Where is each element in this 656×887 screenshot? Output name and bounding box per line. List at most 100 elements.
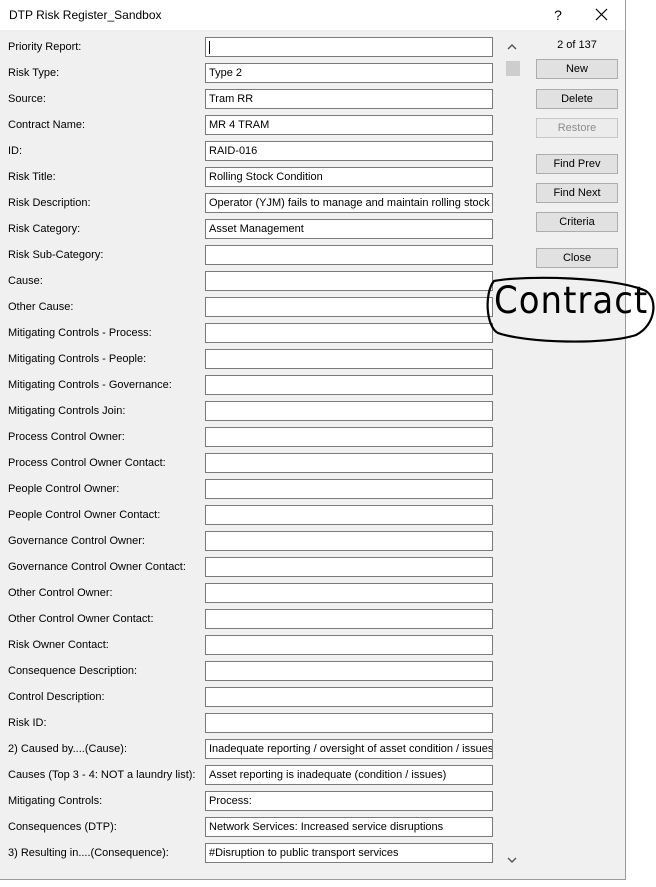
form-row: Risk ID: (0, 713, 500, 735)
field-input[interactable] (205, 401, 493, 421)
field-input[interactable]: Asset Management (205, 219, 493, 239)
field-label: Governance Control Owner: (8, 535, 145, 547)
field-input[interactable] (205, 531, 493, 551)
field-label: Risk Category: (8, 223, 81, 235)
form-row: Other Control Owner Contact: (0, 609, 500, 631)
field-input[interactable] (205, 271, 493, 291)
field-label: Consequences (DTP): (8, 821, 117, 833)
field-input[interactable]: Operator (YJM) fails to manage and maint… (205, 193, 493, 213)
field-label: Governance Control Owner Contact: (8, 561, 186, 573)
field-value: Process: (209, 795, 252, 807)
find-prev-button[interactable]: Find Prev (536, 154, 618, 174)
field-input[interactable]: Process: (205, 791, 493, 811)
field-input[interactable] (205, 635, 493, 655)
form-area: Priority Report: Risk Type: Type 2 Source: T… (0, 30, 500, 878)
field-input[interactable]: Inadequate reporting / oversight of asse… (205, 739, 493, 759)
field-label: Mitigating Controls - Process: (8, 327, 152, 339)
field-input[interactable] (205, 453, 493, 473)
field-input[interactable] (205, 609, 493, 629)
field-input[interactable]: RAID-016 (205, 141, 493, 161)
scroll-up-icon[interactable] (503, 39, 521, 55)
form-row: Risk Description: Operator (YJM) fails to… (0, 193, 500, 215)
field-value: Inadequate reporting / oversight of asse… (209, 743, 493, 755)
field-input[interactable] (205, 375, 493, 395)
field-label: Risk Title: (8, 171, 56, 183)
field-input[interactable] (205, 427, 493, 447)
field-label: Risk Description: (8, 197, 91, 209)
field-input[interactable]: Asset reporting is inadequate (condition… (205, 765, 493, 785)
field-label: Control Description: (8, 691, 105, 703)
field-input[interactable]: Network Services: Increased service disr… (205, 817, 493, 837)
field-input[interactable] (205, 557, 493, 577)
form-row: 2) Caused by....(Cause): Inadequate repor… (0, 739, 500, 761)
field-label: Process Control Owner: (8, 431, 125, 443)
field-value: Rolling Stock Condition (209, 171, 323, 183)
form-row: Risk Title: Rolling Stock Condition (0, 167, 500, 189)
field-input[interactable]: MR 4 TRAM (205, 115, 493, 135)
find-next-button[interactable]: Find Next (536, 183, 618, 203)
field-input[interactable] (205, 583, 493, 603)
field-input[interactable]: #Disruption to public transport services (205, 843, 493, 863)
form-row: Governance Control Owner: (0, 531, 500, 553)
field-input[interactable] (205, 713, 493, 733)
scroll-thumb[interactable] (506, 61, 520, 76)
field-label: Risk Owner Contact: (8, 639, 109, 651)
field-label: 2) Caused by....(Cause): (8, 743, 128, 755)
field-label: Cause: (8, 275, 43, 287)
criteria-button[interactable]: Criteria (536, 212, 618, 232)
field-input[interactable] (205, 297, 493, 317)
field-input[interactable] (205, 479, 493, 499)
scroll-down-icon[interactable] (503, 852, 521, 868)
field-label: People Control Owner: (8, 483, 120, 495)
form-row: Risk Category: Asset Management (0, 219, 500, 241)
form-row: 3) Resulting in....(Consequence): #Disrup… (0, 843, 500, 865)
form-row: People Control Owner Contact: (0, 505, 500, 527)
field-label: Contract Name: (8, 119, 86, 131)
field-input[interactable] (205, 323, 493, 343)
form-row: Risk Owner Contact: (0, 635, 500, 657)
form-scrollbar[interactable] (503, 37, 521, 870)
field-label: Mitigating Controls Join: (8, 405, 126, 417)
window-title: DTP Risk Register_Sandbox (9, 8, 162, 22)
field-input[interactable] (205, 687, 493, 707)
field-input[interactable]: Rolling Stock Condition (205, 167, 493, 187)
field-label: Risk Sub-Category: (8, 249, 104, 261)
form-row: Process Control Owner Contact: (0, 453, 500, 475)
form-row: Risk Sub-Category: (0, 245, 500, 267)
text-caret (209, 41, 210, 54)
field-label: Process Control Owner Contact: (8, 457, 166, 469)
field-label: Risk Type: (8, 67, 60, 79)
form-row: Process Control Owner: (0, 427, 500, 449)
handwritten-annotation-text: Contract (494, 279, 649, 323)
form-row: Consequences (DTP): Network Services: Inc… (0, 817, 500, 839)
field-input[interactable] (205, 661, 493, 681)
form-row: Mitigating Controls - People: (0, 349, 500, 371)
risk-register-dialog: DTP Risk Register_Sandbox ? Priority Rep… (0, 0, 626, 880)
field-input[interactable]: Type 2 (205, 63, 493, 83)
close-icon[interactable] (588, 3, 614, 27)
field-label: 3) Resulting in....(Consequence): (8, 847, 169, 859)
record-counter: 2 of 137 (557, 39, 597, 51)
field-value: Asset Management (209, 223, 304, 235)
field-label: Risk ID: (8, 717, 47, 729)
close-button[interactable]: Close (536, 248, 618, 268)
form-row: Governance Control Owner Contact: (0, 557, 500, 579)
field-input[interactable] (205, 505, 493, 525)
form-row: Risk Type: Type 2 (0, 63, 500, 85)
field-value: Network Services: Increased service disr… (209, 821, 444, 833)
field-label: Other Control Owner: (8, 587, 113, 599)
form-row: Mitigating Controls - Process: (0, 323, 500, 345)
help-button[interactable]: ? (546, 3, 570, 27)
new-button[interactable]: New (536, 59, 618, 79)
field-input[interactable] (205, 349, 493, 369)
field-value: RAID-016 (209, 145, 258, 157)
delete-button[interactable]: Delete (536, 89, 618, 109)
field-input[interactable] (205, 245, 493, 265)
restore-button[interactable]: Restore (536, 118, 618, 138)
title-bar: DTP Risk Register_Sandbox ? (0, 0, 625, 30)
field-label: People Control Owner Contact: (8, 509, 161, 521)
form-row: Contract Name: MR 4 TRAM (0, 115, 500, 137)
field-input[interactable] (205, 37, 493, 57)
form-row: Mitigating Controls - Governance: (0, 375, 500, 397)
field-input[interactable]: Tram RR (205, 89, 493, 109)
